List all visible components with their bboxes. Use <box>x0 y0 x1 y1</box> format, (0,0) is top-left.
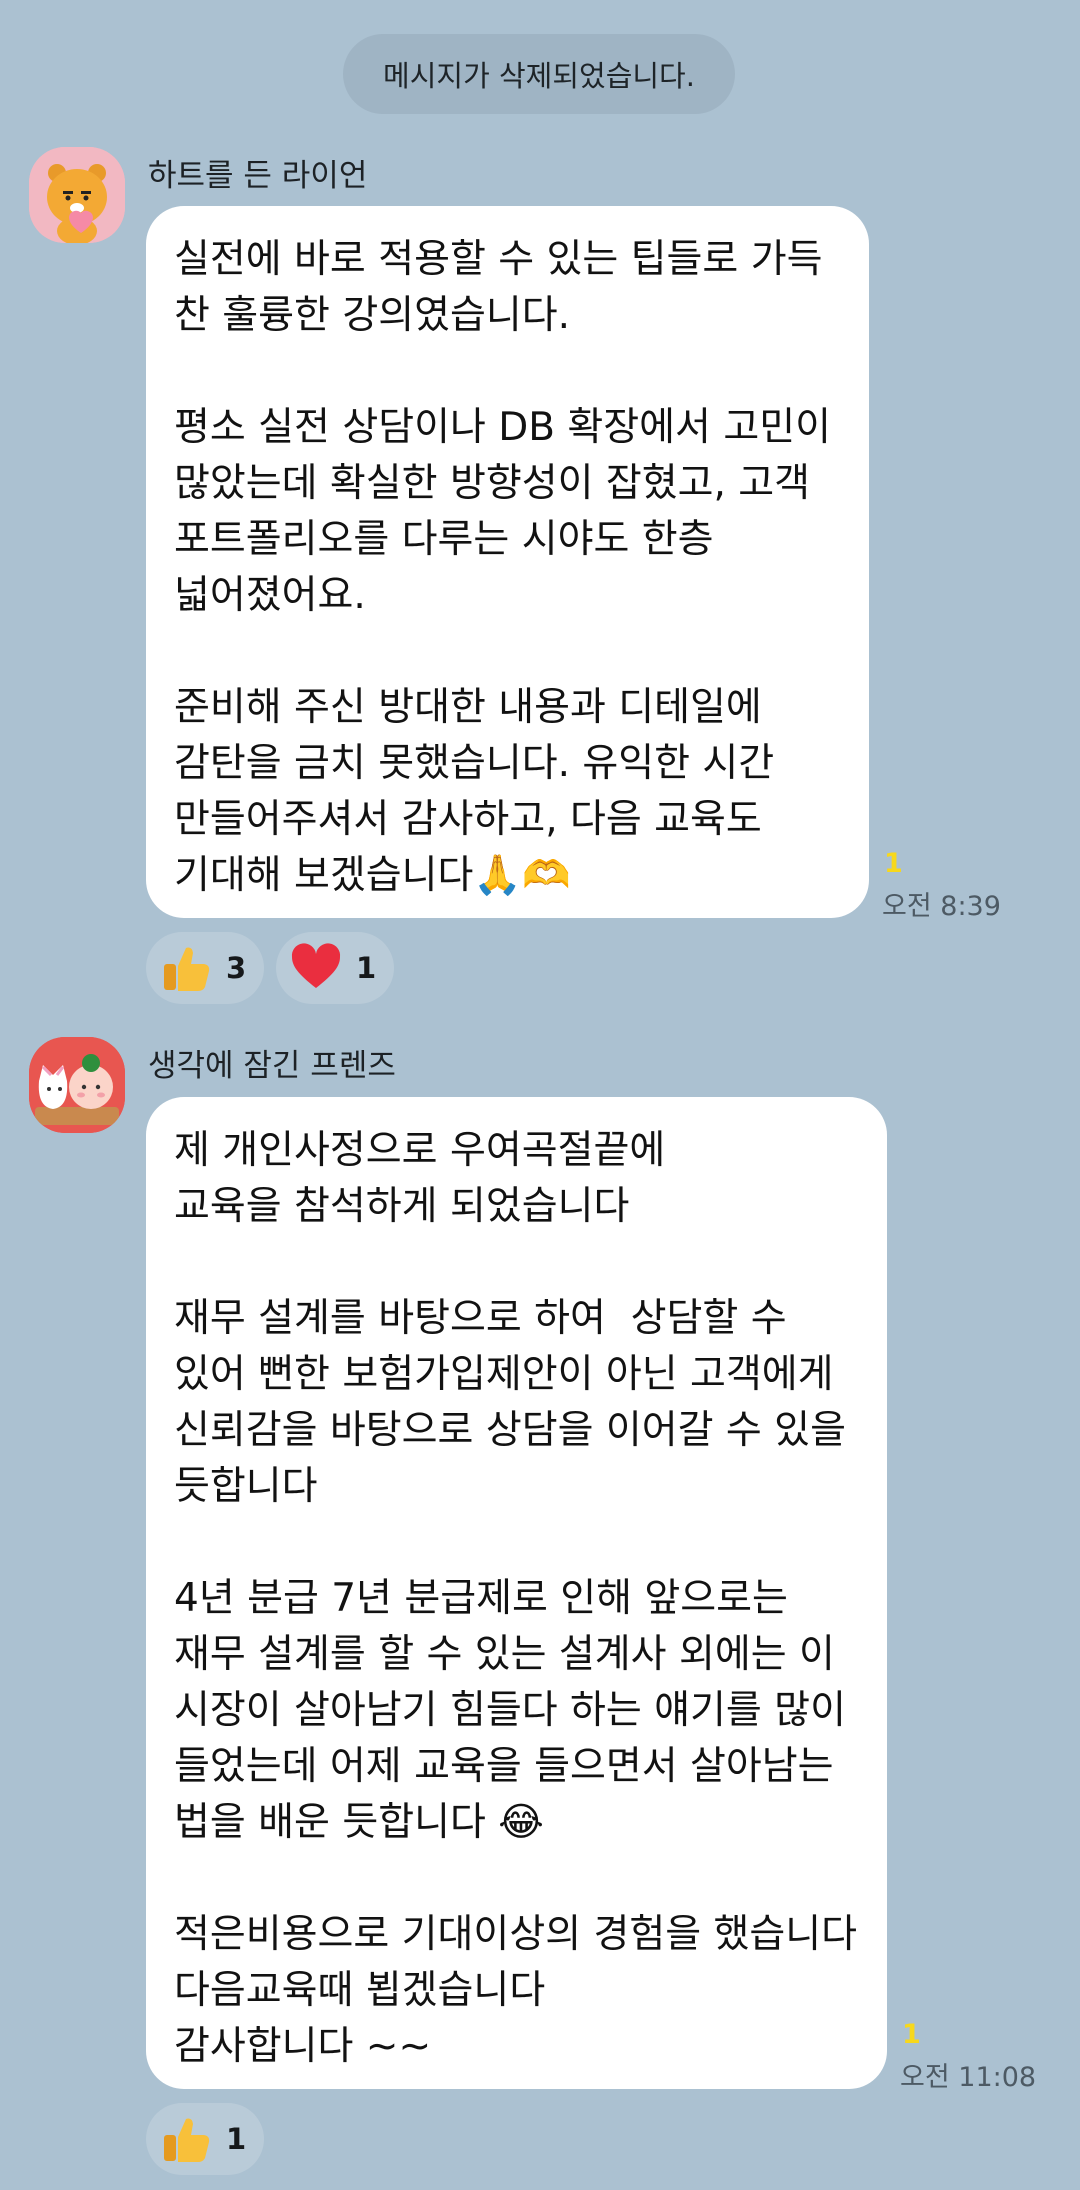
message-bubble[interactable]: 제 개인사정으로 우여곡절끝에 교육을 참석하게 되었습니다 재무 설계를 바탕… <box>146 1097 887 2089</box>
reaction-count: 3 <box>226 951 247 985</box>
heart-icon <box>291 943 341 988</box>
reaction-heart[interactable]: 1 <box>276 932 394 1004</box>
message-bubble[interactable]: 실전에 바로 적용할 수 있는 팁들로 가득 찬 훌륭한 강의였습니다. 평소 … <box>146 206 869 918</box>
avatar-friends[interactable] <box>29 1037 125 1133</box>
sender-name: 하트를 든 라이언 <box>148 158 368 194</box>
sender-name: 생각에 잠긴 프렌즈 <box>148 1048 396 1084</box>
ryan-holding-heart-icon <box>29 147 125 243</box>
unread-count: 1 <box>884 848 903 879</box>
thinking-friends-icon <box>29 1037 125 1133</box>
reaction-thumbs-up[interactable]: 1 <box>146 2103 264 2175</box>
message-time: 오전 11:08 <box>900 2062 1037 2093</box>
reaction-count: 1 <box>226 2122 247 2156</box>
unread-count: 1 <box>902 2019 921 2050</box>
reaction-count: 1 <box>356 951 377 985</box>
message-time: 오전 8:39 <box>882 891 1001 922</box>
thumbs-up-icon <box>164 2118 210 2162</box>
system-message-text: 메시지가 삭제되었습니다. <box>383 59 695 93</box>
avatar-ryan[interactable] <box>29 147 125 243</box>
thumbs-up-icon <box>164 947 210 991</box>
system-message: 메시지가 삭제되었습니다. <box>343 34 735 114</box>
reaction-thumbs-up[interactable]: 3 <box>146 932 264 1004</box>
